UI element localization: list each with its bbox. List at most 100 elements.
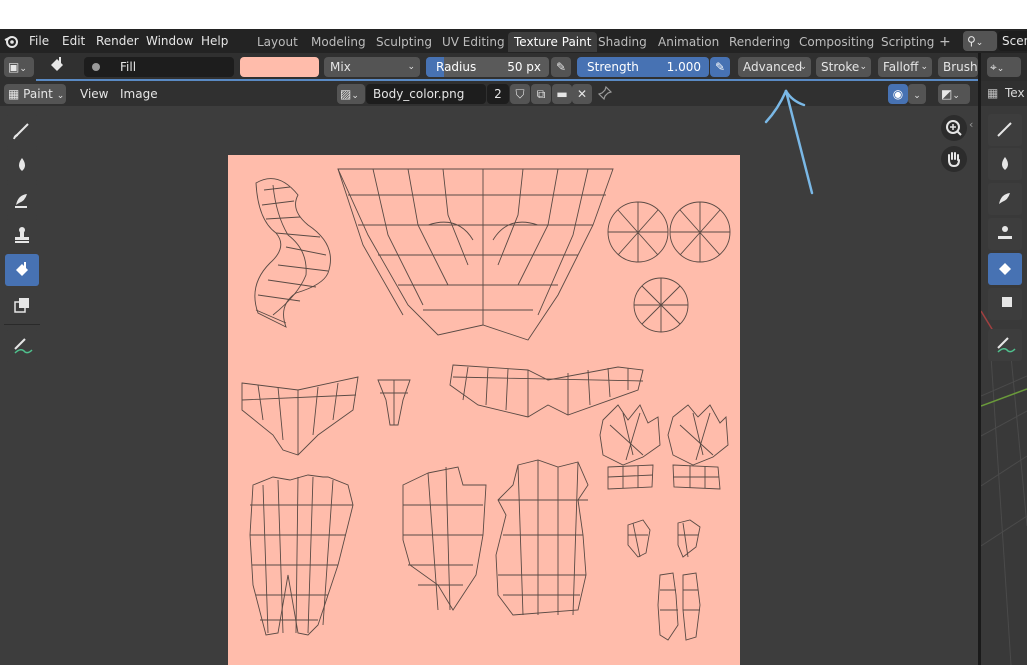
pin-icon[interactable] — [597, 85, 613, 103]
tab-shading[interactable]: Shading — [592, 32, 653, 52]
tab-compositing[interactable]: Compositing — [793, 32, 880, 52]
brush-name-field[interactable]: Fill — [84, 57, 234, 77]
strength-slider[interactable]: Strength 1.000 — [577, 57, 709, 77]
tab-rendering[interactable]: Rendering — [723, 32, 796, 52]
image-browse-button[interactable]: ▨⌄ — [337, 84, 365, 104]
annotation-arrow — [764, 89, 814, 195]
blend-mode-label: Mix — [330, 60, 351, 74]
zoom-icon — [946, 120, 962, 136]
soften-tool-button[interactable] — [5, 149, 39, 181]
menu-render[interactable]: Render — [96, 29, 139, 53]
chevron-down-icon: ⌄ — [996, 64, 1005, 74]
menu-view[interactable]: View — [80, 82, 108, 106]
menu-file[interactable]: File — [29, 29, 49, 53]
fill-icon — [16, 262, 28, 276]
viewport-3d-panel[interactable]: ⌖⌄ ▦ Tex — [980, 53, 1027, 666]
scene-selector-button[interactable]: ⚲⌄ — [963, 31, 997, 51]
image-users-count[interactable]: 2 — [487, 84, 509, 104]
pan-button[interactable] — [941, 146, 967, 172]
strength-label: Strength — [587, 60, 639, 74]
new-image-button[interactable]: ⧉ — [531, 84, 551, 104]
mask-icon — [14, 298, 29, 313]
viewport-icon: ⌖ — [990, 60, 997, 74]
tab-uv-editing[interactable]: UV Editing — [436, 32, 511, 52]
viewport-header: ▦ Tex — [981, 81, 1027, 106]
image-editor-header: ▦ Paint ⌄ View Image ▨⌄ Body_color.png 2… — [0, 81, 980, 106]
annotate-tool-button[interactable] — [5, 330, 39, 362]
menu-image[interactable]: Image — [120, 82, 158, 106]
chevron-down-icon: ⌄ — [56, 91, 65, 101]
stamp-icon — [998, 226, 1012, 239]
tab-modeling[interactable]: Modeling — [305, 32, 372, 52]
tab-scripting[interactable]: Scripting — [875, 32, 940, 52]
viewport-draw-tool[interactable] — [988, 114, 1022, 146]
viewport-annotate-tool[interactable] — [988, 329, 1022, 361]
falloff-dropdown[interactable]: Falloff ⌄ — [878, 57, 932, 77]
menu-window[interactable]: Window — [146, 29, 193, 53]
unlink-image-button[interactable]: ✕ — [572, 84, 592, 104]
add-workspace-button[interactable]: + — [933, 32, 957, 52]
chevron-down-icon: ⌄ — [913, 91, 921, 101]
fill-tool-button[interactable] — [5, 254, 39, 286]
radius-slider[interactable]: Radius 50 px — [426, 57, 549, 77]
radius-value: 50 px — [507, 60, 541, 74]
strength-pressure-button[interactable]: ✎ — [710, 57, 730, 77]
image-icon: ▨ — [340, 87, 352, 101]
chevron-down-icon: ⌄ — [975, 38, 984, 48]
chevron-down-icon: ⌄ — [407, 62, 415, 72]
brush-label: Brush — [943, 60, 978, 74]
tab-animation[interactable]: Animation — [652, 32, 725, 52]
overlay-toggle[interactable]: ◉ — [888, 84, 908, 104]
pen-pressure-icon: ✎ — [555, 60, 567, 74]
clone-tool-button[interactable] — [5, 219, 39, 251]
folder-icon: ▬ — [556, 87, 568, 101]
smear-tool-button[interactable] — [5, 184, 39, 216]
display-channels-dropdown[interactable]: ◩⌄ — [938, 84, 970, 104]
chevron-down-icon: ⌄ — [351, 91, 359, 101]
viewport-soften-tool[interactable] — [988, 148, 1022, 180]
scene-name-field[interactable]: Scen — [998, 31, 1027, 51]
sidebar-toggle-icon[interactable]: ‹ — [969, 118, 973, 131]
stroke-dropdown[interactable]: Stroke ⌄ — [816, 57, 871, 77]
brush-dropdown[interactable]: Brush — [938, 57, 978, 77]
menu-help[interactable]: Help — [201, 29, 228, 53]
chevron-down-icon: ⌄ — [859, 62, 867, 72]
tab-sculpting[interactable]: Sculpting — [370, 32, 438, 52]
zoom-button[interactable] — [941, 115, 967, 141]
stroke-label: Stroke — [821, 60, 860, 74]
radius-pressure-button[interactable]: ✎ — [551, 57, 571, 77]
image-name-field[interactable]: Body_color.png — [366, 84, 486, 104]
tab-texture-paint[interactable]: Texture Paint — [508, 32, 598, 52]
mode-dropdown[interactable]: ▦ Paint ⌄ — [4, 84, 66, 104]
texture-canvas[interactable] — [228, 155, 740, 665]
top-bar: File Edit Render Window Help Layout Mode… — [0, 29, 1027, 53]
close-icon: ✕ — [576, 87, 588, 101]
blend-mode-dropdown[interactable]: Mix ⌄ — [324, 57, 420, 77]
viewport-clone-tool[interactable] — [988, 218, 1022, 250]
tab-layout[interactable]: Layout — [251, 32, 304, 52]
viewport-mask-tool[interactable] — [988, 288, 1022, 320]
clone-icon — [15, 194, 27, 208]
brush-name-label: Fill — [120, 60, 137, 74]
advanced-dropdown[interactable]: Advanced ⌄ — [738, 57, 811, 77]
viewport-mode-label[interactable]: Tex — [1005, 86, 1025, 100]
draw-tool-button[interactable] — [5, 115, 39, 147]
editor-type-button[interactable]: ▣⌄ — [4, 57, 34, 77]
viewport-editor-type-button[interactable]: ⌖⌄ — [987, 57, 1021, 77]
menu-edit[interactable]: Edit — [62, 29, 85, 53]
channels-icon: ◩ — [941, 87, 953, 101]
chevron-down-icon: ⌄ — [19, 64, 27, 74]
open-image-button[interactable]: ▬ — [552, 84, 572, 104]
image-name-label: Body_color.png — [373, 87, 465, 101]
viewport-smear-tool[interactable] — [988, 183, 1022, 215]
overlay-dropdown[interactable]: ⌄ — [908, 84, 926, 104]
brush-color-swatch[interactable] — [240, 57, 319, 77]
overlay-icon: ◉ — [892, 87, 904, 101]
viewport-fill-tool[interactable] — [988, 253, 1022, 285]
blender-logo-icon[interactable] — [4, 33, 20, 52]
clone-icon — [999, 193, 1010, 204]
fake-user-button[interactable]: ⛉ — [510, 84, 530, 104]
mask-tool-button[interactable] — [5, 289, 39, 321]
viewport-area[interactable] — [980, 106, 1027, 666]
radius-label: Radius — [436, 60, 477, 74]
